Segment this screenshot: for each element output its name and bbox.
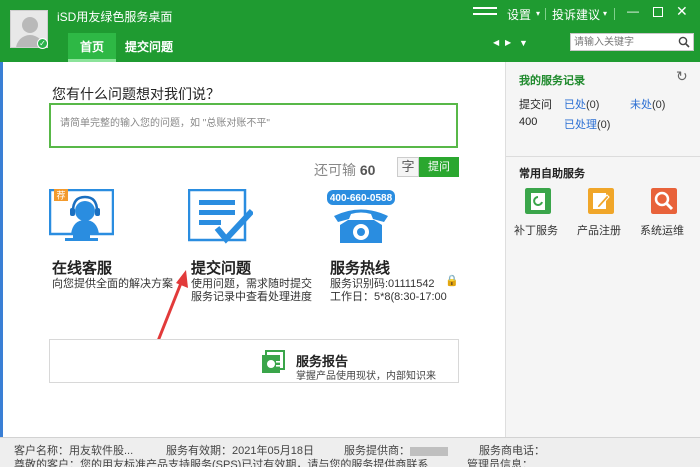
hotline-number-badge: 400-660-0588: [330, 193, 393, 204]
submit-question-desc-1: 使用问题，需求随时提交: [191, 278, 312, 290]
tab-home[interactable]: 首页: [68, 33, 116, 62]
complaint-dropdown-icon[interactable]: ▾: [603, 9, 607, 18]
report-icon: [262, 350, 285, 373]
search-input[interactable]: [574, 35, 674, 49]
service-records-title: 我的服务记录: [519, 75, 585, 87]
refresh-icon[interactable]: ↻: [676, 68, 688, 85]
lock-icon: 🔒: [445, 275, 459, 287]
tab-submit-question[interactable]: 提交问题: [122, 33, 176, 62]
remaining-count: 60: [359, 162, 376, 178]
admin-info: 管理员信息：: [467, 459, 533, 467]
processed-label: 已处: [564, 99, 586, 111]
recommend-badge: 荐: [56, 191, 65, 202]
maintenance-icon[interactable]: [651, 188, 677, 214]
patch-icon[interactable]: [525, 188, 551, 214]
search-icon[interactable]: [678, 36, 690, 48]
close-button[interactable]: ✕: [676, 3, 688, 20]
register-icon[interactable]: [588, 188, 614, 214]
skin-icon[interactable]: [473, 7, 497, 15]
question-title: 您有什么问题想对我们说？: [52, 86, 220, 102]
product-register-label[interactable]: 产品注册: [577, 222, 621, 238]
window-edge: [0, 62, 3, 437]
handled-count: (0): [597, 119, 611, 131]
remaining-prefix: 还可输: [314, 162, 356, 178]
panel-divider: [506, 156, 700, 157]
service-id-code: 服务识别码:01111542: [330, 278, 435, 290]
divider: [545, 8, 546, 20]
system-maintenance-label[interactable]: 系统运维: [640, 222, 684, 238]
unprocessed-link[interactable]: 未处(0): [630, 96, 665, 112]
maximize-button[interactable]: [653, 7, 663, 17]
telephone-icon[interactable]: 400-660-0588: [326, 189, 396, 244]
search-box: [570, 33, 694, 51]
online-status-icon: ✓: [37, 38, 48, 49]
tab-list-icon[interactable]: ▼: [519, 38, 528, 48]
tab-next-icon[interactable]: ▶: [505, 38, 511, 47]
handled-link[interactable]: 已处理(0): [564, 116, 610, 132]
settings-dropdown-icon[interactable]: ▾: [536, 9, 540, 18]
unprocessed-count: (0): [652, 99, 666, 111]
self-service-title: 常用自助服务: [519, 168, 585, 180]
processed-count: (0): [586, 99, 600, 111]
expiry-notice: 尊敬的客户：您的用友标准产品支持服务(SPS)已过有效期，请与您的服务提供商联系: [14, 459, 429, 467]
question-input[interactable]: [60, 113, 445, 133]
remaining-unit: 字: [397, 157, 419, 177]
service-report-desc: 掌握产品使用现状，内部知识来: [296, 371, 436, 382]
processed-link[interactable]: 已处(0): [564, 96, 599, 112]
minimize-button[interactable]: —: [626, 5, 640, 19]
title-bar: ✓ iSD用友绿色服务桌面 首页 提交问题 设置 ▾ 投诉建议 ▾ — ✕ ◀ …: [0, 0, 700, 62]
complaint-suggestion-link[interactable]: 投诉建议: [552, 6, 600, 23]
patch-service-label[interactable]: 补丁服务: [514, 222, 558, 238]
submit-question-title[interactable]: 提交问题: [191, 257, 251, 278]
submitted-label: 提交问: [519, 99, 552, 111]
record-count-400: 400: [519, 116, 538, 128]
status-bar: 客户名称：用友软件股... 服务有效期：2021年05月18日 服务提供商： 服…: [0, 437, 700, 467]
service-report-banner[interactable]: 服务报告 掌握产品使用现状，内部知识来: [49, 339, 459, 383]
ask-question-button[interactable]: 提问: [419, 157, 459, 177]
redacted-provider: [410, 446, 448, 456]
app-title: iSD用友绿色服务桌面: [57, 10, 173, 24]
remaining-chars: 还可输 60: [314, 160, 375, 180]
headset-agent-icon[interactable]: 荐: [49, 189, 114, 241]
unprocessed-label: 未处: [630, 99, 652, 111]
annotation-arrow-icon: [154, 270, 188, 347]
divider: [614, 8, 615, 20]
handled-label: 已处理: [564, 119, 597, 131]
right-sidebar: 我的服务记录 ↻ 提交问 已处(0) 未处(0) 400 已处理(0) 常用自助…: [505, 62, 700, 437]
tab-prev-icon[interactable]: ◀: [493, 38, 499, 47]
submit-form-icon[interactable]: [188, 189, 253, 246]
online-service-title[interactable]: 在线客服: [52, 257, 112, 278]
question-box: [49, 103, 458, 148]
settings-menu[interactable]: 设置: [507, 6, 531, 23]
working-hours: 工作日：5*8(8:30-17:00: [330, 291, 447, 303]
service-hotline-title[interactable]: 服务热线: [330, 257, 390, 278]
submit-question-desc-2: 服务记录中查看处理进度: [191, 291, 312, 303]
